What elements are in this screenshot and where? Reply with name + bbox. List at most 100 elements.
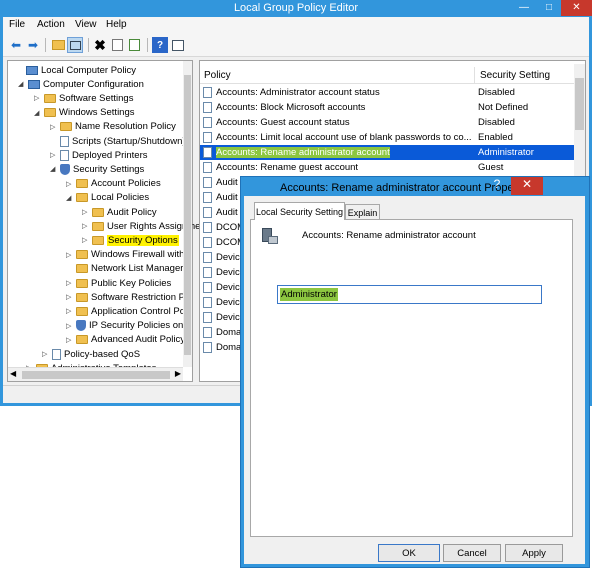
delete-icon[interactable]: ✖ [92, 37, 108, 53]
policy-row[interactable]: Device [203, 250, 245, 265]
expand-arrow-icon[interactable]: ▷ [66, 279, 74, 287]
expand-arrow-icon[interactable]: ▷ [82, 208, 90, 216]
policy-row[interactable]: Device [203, 295, 245, 310]
folder-icon [76, 179, 88, 189]
policy-row[interactable]: Device [203, 265, 245, 280]
expand-arrow-icon[interactable]: ▷ [66, 307, 74, 315]
tree-item-label: Scripts (Startup/Shutdown) [72, 135, 186, 147]
tab-local-security-setting[interactable]: Local Security Setting [254, 202, 345, 220]
menu-action[interactable]: Action [37, 19, 65, 30]
expand-arrow-icon[interactable]: ▷ [66, 180, 74, 188]
folder-icon [76, 250, 88, 260]
close-button[interactable]: ✕ [561, 0, 592, 16]
policy-row[interactable]: Audit [203, 175, 238, 190]
tree-item[interactable]: ▷ Audit Policy [82, 205, 157, 219]
expand-arrow-icon[interactable]: ▷ [82, 222, 90, 230]
console-icon[interactable] [170, 37, 186, 53]
tree-item[interactable]: ▷ Application Control Po [66, 304, 185, 318]
minimize-button[interactable]: — [512, 0, 536, 16]
policy-row[interactable]: Domai [203, 325, 243, 340]
tree-item[interactable]: ▷ Account Policies [66, 177, 161, 191]
cancel-button[interactable]: Cancel [443, 544, 501, 562]
tree-item[interactable]: Scripts (Startup/Shutdown) [50, 134, 186, 148]
policy-row[interactable]: Accounts: Rename administrator account [203, 145, 390, 160]
policy-label: Accounts: Administrator account status [216, 87, 380, 98]
expand-arrow-icon[interactable]: ▷ [50, 151, 58, 159]
column-setting-header[interactable]: Security Setting [480, 70, 550, 81]
tree-horizontal-scrollbar[interactable]: ◀ ▶ [8, 367, 183, 381]
policy-row[interactable]: Accounts: Guest account status [203, 115, 350, 130]
maximize-button[interactable]: □ [537, 0, 561, 16]
expand-arrow-icon[interactable]: ▷ [66, 322, 74, 330]
tree-item[interactable]: ◢ Security Settings [50, 162, 144, 176]
list-scroll-thumb[interactable] [575, 78, 584, 130]
scroll-right-icon[interactable]: ▶ [175, 369, 181, 378]
tree-item[interactable]: ▷ Public Key Policies [66, 276, 171, 290]
expand-arrow-icon[interactable]: ◢ [18, 80, 26, 88]
tree-scroll-thumb[interactable] [184, 75, 191, 355]
policy-icon [203, 327, 212, 338]
expand-arrow-icon[interactable]: ▷ [42, 350, 50, 358]
tree-item[interactable]: ▷ Name Resolution Policy [50, 120, 176, 134]
policy-row[interactable]: Accounts: Block Microsoft accounts [203, 100, 365, 115]
tab-explain[interactable]: Explain [345, 204, 380, 220]
expand-arrow-icon[interactable]: ◢ [66, 194, 74, 202]
dialog-close-button[interactable]: ✕ [511, 177, 543, 195]
properties-icon[interactable] [109, 37, 125, 53]
tree-item[interactable]: ▷ Software Settings [34, 91, 133, 105]
tree-item[interactable]: ▷ IP Security Policies on L [66, 319, 191, 333]
expand-arrow-icon[interactable]: ▷ [66, 251, 74, 259]
tree-item[interactable]: ◢ Computer Configuration [18, 77, 144, 91]
folder-icon [76, 264, 88, 274]
folder-icon [44, 93, 56, 103]
forward-icon[interactable]: ➡ [25, 37, 41, 53]
doc-icon [60, 135, 69, 147]
policy-icon [203, 297, 212, 308]
tree-item[interactable]: ▷ Deployed Printers [50, 148, 148, 162]
menu-view[interactable]: View [75, 19, 97, 30]
policy-row[interactable]: Device [203, 310, 245, 325]
menu-file[interactable]: File [9, 19, 25, 30]
policy-row[interactable]: Domai [203, 340, 243, 355]
expand-arrow-icon[interactable]: ▷ [66, 293, 74, 301]
tree-item[interactable]: ▷ Security Options [82, 233, 179, 247]
policy-icon [203, 117, 212, 128]
policy-row[interactable]: Device [203, 280, 245, 295]
column-policy-header[interactable]: Policy [204, 70, 231, 81]
help-icon[interactable]: ? [152, 37, 168, 53]
dialog-help-button[interactable]: ? [484, 177, 510, 195]
back-icon[interactable]: ⬅ [8, 37, 24, 53]
expand-arrow-icon[interactable]: ◢ [34, 109, 42, 117]
expand-arrow-icon[interactable]: ▷ [66, 336, 74, 344]
tree-hscroll-thumb[interactable] [22, 371, 170, 379]
tree-item[interactable]: ▷ Software Restriction Po [66, 290, 190, 304]
tree-item[interactable]: ▷ Policy-based QoS [42, 347, 140, 361]
menu-help[interactable]: Help [106, 19, 127, 30]
expand-arrow-icon[interactable]: ▷ [82, 236, 90, 244]
tree-item[interactable]: ▷ Advanced Audit Policy [66, 333, 185, 347]
policy-row[interactable]: DCOM [203, 220, 245, 235]
expand-arrow-icon[interactable]: ◢ [50, 165, 58, 173]
tree-item[interactable]: ◢ Windows Settings [34, 106, 135, 120]
policy-row[interactable]: Audit [203, 205, 238, 220]
expand-arrow-icon[interactable]: ▷ [50, 123, 58, 131]
policy-row[interactable]: Accounts: Limit local account use of bla… [203, 130, 472, 145]
tree-item[interactable]: ◢ Local Policies [66, 191, 149, 205]
apply-button[interactable]: Apply [505, 544, 563, 562]
ok-button[interactable]: OK [378, 544, 440, 562]
shield-icon [76, 320, 86, 332]
policy-row[interactable]: Accounts: Administrator account status [203, 85, 380, 100]
tree-item[interactable]: Network List Manager P [66, 262, 192, 276]
tree-item-label: Windows Firewall with [91, 249, 185, 261]
up-folder-icon[interactable] [50, 37, 66, 53]
show-hide-tree-icon[interactable] [67, 37, 83, 53]
policy-row[interactable]: DCOM [203, 235, 245, 250]
tree-item[interactable]: Local Computer Policy [16, 63, 136, 77]
scroll-left-icon[interactable]: ◀ [10, 369, 16, 378]
export-list-icon[interactable] [126, 37, 142, 53]
policy-row[interactable]: Audit [203, 190, 238, 205]
policy-row[interactable]: Accounts: Rename guest account [203, 160, 358, 175]
column-divider[interactable] [474, 67, 475, 84]
tree-item[interactable]: ▷ Windows Firewall with [66, 248, 184, 262]
expand-arrow-icon[interactable]: ▷ [34, 94, 42, 102]
